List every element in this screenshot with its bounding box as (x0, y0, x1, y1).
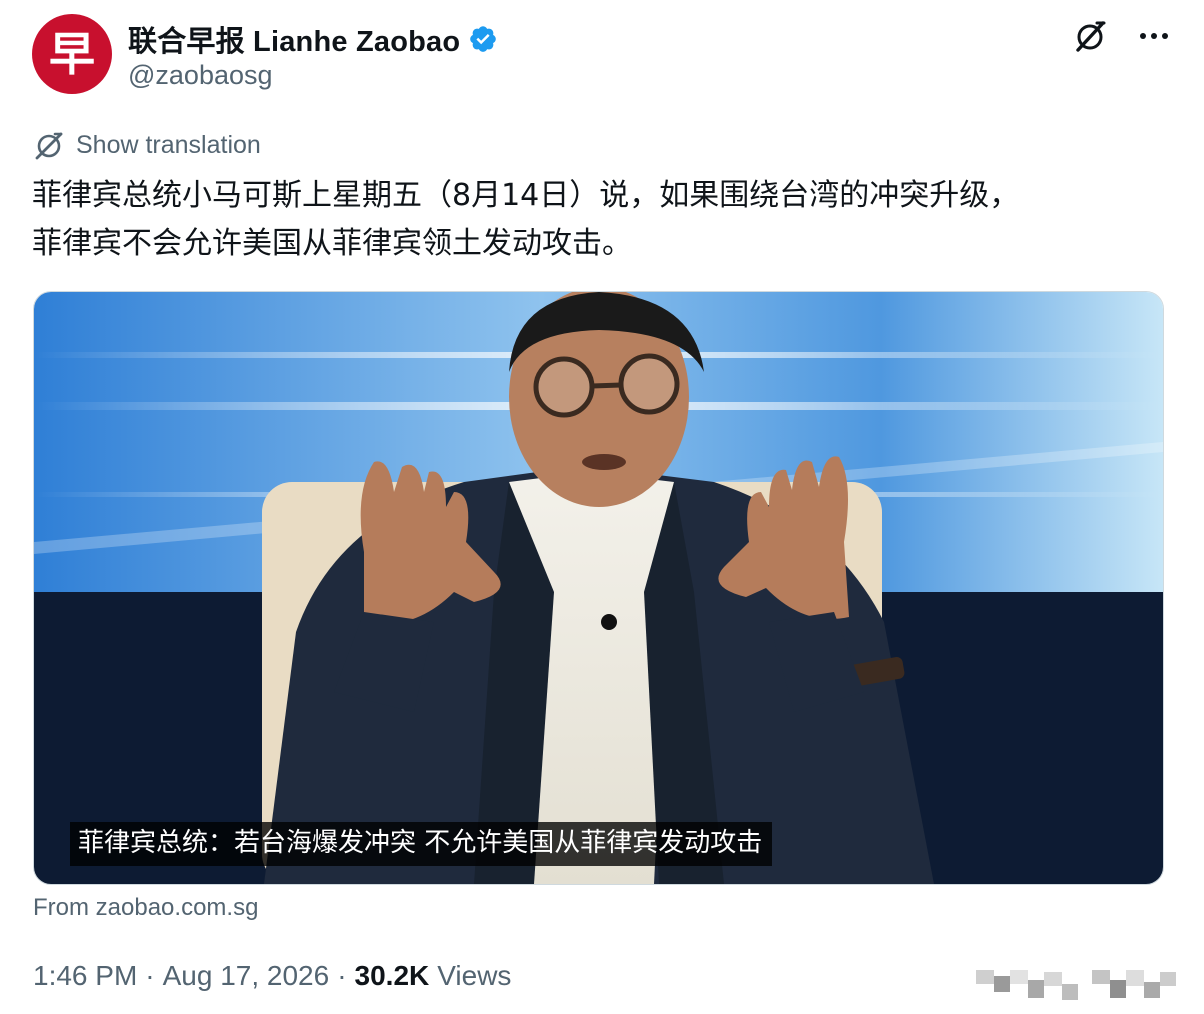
views-label: Views (437, 960, 512, 991)
display-name[interactable]: 联合早报 Lianhe Zaobao (128, 18, 460, 60)
video-caption: 菲律宾总统：若台海爆发冲突 不允许美国从菲律宾发动攻击 (70, 822, 773, 866)
more-icon (1140, 33, 1168, 39)
tweet-meta: 1:46 PM · Aug 17, 2026 · 30.2K Views (33, 960, 511, 992)
tweet-text-line-2: 菲律宾不会允许美国从菲律宾领土发动攻击。 (32, 226, 632, 261)
tweet-media-image[interactable]: 菲律宾总统：若台海爆发冲突 不允许美国从菲律宾发动攻击 (33, 291, 1164, 885)
tweet-text-line-1: 菲律宾总统小马可斯上星期五（8月14日）说，如果围绕台湾的冲突升级， (32, 178, 1020, 213)
views-count: 30.2K (354, 960, 430, 991)
speaker-photo (34, 292, 1163, 884)
tweet-date[interactable]: Aug 17, 2026 (163, 960, 330, 992)
verified-badge-icon (470, 26, 497, 52)
meta-separator: · (337, 960, 347, 991)
tweet-time[interactable]: 1:46 PM (33, 960, 137, 992)
source-link[interactable]: From zaobao.com.sg (33, 894, 258, 922)
handle[interactable]: @zaobaosg (128, 60, 273, 91)
show-translation-link[interactable]: Show translation (34, 130, 261, 160)
avatar[interactable]: 早 (32, 14, 112, 94)
meta-separator: · (145, 960, 155, 991)
avatar-glyph: 早 (49, 27, 95, 81)
more-options-button[interactable] (1132, 16, 1176, 56)
globe-icon (35, 132, 63, 160)
grok-icon[interactable] (1070, 16, 1110, 56)
tweet-text: 菲律宾总统小马可斯上星期五（8月14日）说，如果围绕台湾的冲突升级， 菲律宾不会… (32, 172, 1182, 268)
show-translation-label: Show translation (76, 130, 261, 159)
tweet-header: 早 联合早报 Lianhe Zaobao @zaobaosg (32, 14, 1182, 98)
pixelated-watermark (976, 970, 1176, 1000)
name-row: 联合早报 Lianhe Zaobao (128, 18, 498, 60)
